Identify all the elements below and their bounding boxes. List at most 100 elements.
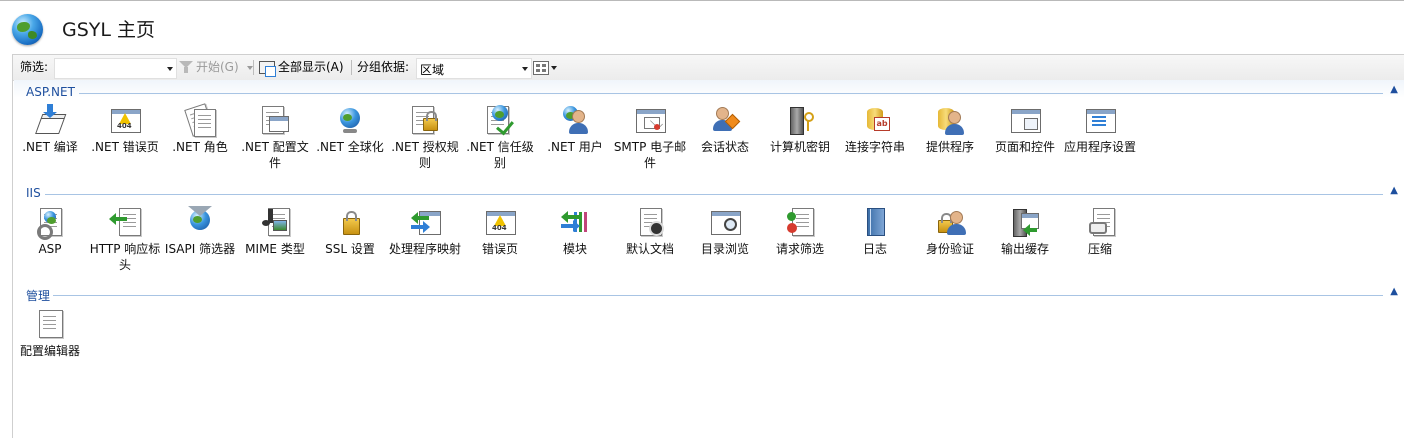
groupby-select[interactable]: 区域 — [416, 58, 532, 79]
machine-key-icon — [784, 104, 816, 136]
toolbar-separator — [253, 60, 254, 75]
funnel-icon — [179, 61, 193, 73]
feature-item[interactable]: SMTP 电子邮件 — [613, 104, 687, 171]
group-divider — [53, 295, 1383, 296]
feature-item[interactable]: 404 错误页 — [463, 206, 537, 257]
mime-types-icon — [259, 206, 291, 238]
feature-label: .NET 配置文件 — [241, 140, 309, 170]
feature-item[interactable]: 目录浏览 — [688, 206, 762, 257]
feature-label: 提供程序 — [925, 140, 974, 154]
net-trust-levels-icon — [484, 104, 516, 136]
feature-item[interactable]: .NET 角色 — [163, 103, 237, 155]
smtp-email-icon — [634, 104, 666, 136]
feature-item[interactable]: .NET 全球化 — [313, 104, 387, 155]
collapse-icon[interactable]: ▲ — [1390, 286, 1398, 297]
handler-mappings-icon — [409, 206, 441, 238]
feature-label: .NET 全球化 — [316, 140, 384, 154]
view-mode-button[interactable] — [533, 55, 557, 80]
net-roles-icon — [184, 103, 216, 137]
feature-item[interactable]: 压缩 — [1063, 206, 1137, 257]
feature-label: .NET 信任级别 — [466, 140, 534, 170]
feature-label: SSL 设置 — [325, 242, 375, 256]
feature-label: 请求筛选 — [775, 242, 824, 256]
feature-label: 应用程序设置 — [1063, 140, 1136, 154]
server-globe-icon — [12, 14, 43, 45]
feature-label: 目录浏览 — [700, 242, 749, 256]
group-label: 管理 — [26, 289, 51, 303]
feature-label: 配置编辑器 — [19, 344, 80, 358]
compression-icon — [1084, 206, 1116, 238]
feature-item[interactable]: ASP — [13, 206, 87, 257]
view-dropdown-icon — [551, 66, 557, 70]
feature-item[interactable]: ab 连接字符串 — [838, 104, 912, 155]
group-header-iis[interactable]: IIS ▲ — [21, 185, 1401, 202]
feature-item[interactable]: 请求筛选 — [763, 206, 837, 257]
feature-item[interactable]: .NET 编译 — [13, 104, 87, 155]
feature-item[interactable]: SSL 设置 — [313, 206, 387, 257]
feature-item[interactable]: .NET 用户 — [538, 104, 612, 155]
groupby-value: 区域 — [420, 63, 445, 77]
collapse-icon[interactable]: ▲ — [1390, 84, 1398, 95]
toolbar-separator — [351, 60, 352, 75]
modules-icon — [559, 206, 591, 238]
feature-item[interactable]: 404 .NET 错误页 — [88, 104, 162, 155]
net-error-pages-icon: 404 — [109, 104, 141, 136]
feature-label: .NET 用户 — [547, 140, 603, 154]
feature-label: 连接字符串 — [844, 140, 905, 154]
feature-item[interactable]: MIME 类型 — [238, 206, 312, 257]
view-grid-icon — [533, 61, 549, 75]
feature-label: 计算机密钥 — [769, 140, 830, 154]
feature-label: 错误页 — [481, 242, 518, 256]
feature-label: 处理程序映射 — [388, 242, 461, 256]
filter-input[interactable] — [54, 58, 177, 79]
filter-dropdown-icon[interactable] — [167, 67, 173, 71]
feature-label: .NET 编译 — [22, 140, 78, 154]
request-filtering-icon — [784, 206, 816, 238]
feature-label: 日志 — [862, 242, 887, 256]
pages-and-controls-icon — [1009, 104, 1041, 136]
show-all-icon — [259, 61, 276, 77]
feature-label: .NET 授权规则 — [391, 140, 459, 170]
asp-icon — [34, 206, 66, 240]
feature-item[interactable]: ISAPI 筛选器 — [163, 206, 237, 257]
feature-item[interactable]: 会话状态 — [688, 104, 762, 155]
group-divider — [45, 194, 1383, 195]
feature-item[interactable]: 提供程序 — [913, 104, 987, 155]
feature-item[interactable]: .NET 配置文件 — [238, 104, 312, 171]
collapse-icon[interactable]: ▲ — [1390, 185, 1398, 196]
feature-item[interactable]: 身份验证 — [913, 206, 987, 257]
page-header: GSYL 主页 — [0, 1, 1404, 53]
ssl-settings-icon — [334, 206, 366, 238]
feature-label: 身份验证 — [925, 242, 974, 256]
directory-browsing-icon — [709, 206, 741, 238]
net-authorization-rules-icon — [409, 104, 441, 136]
feature-label: HTTP 响应标头 — [89, 242, 161, 272]
groupby-dropdown-icon[interactable] — [522, 67, 528, 71]
filter-label: 筛选: — [20, 60, 49, 74]
group-header-management[interactable]: 管理 ▲ — [21, 286, 1401, 303]
feature-item[interactable]: 页面和控件 — [988, 104, 1062, 155]
feature-item[interactable]: 应用程序设置 — [1063, 104, 1137, 155]
feature-label: ISAPI 筛选器 — [164, 242, 236, 256]
feature-item[interactable]: HTTP 响应标头 — [88, 206, 162, 273]
feature-item[interactable]: 日志 — [838, 206, 912, 257]
feature-item[interactable]: 默认文档 — [613, 206, 687, 257]
feature-item[interactable]: .NET 授权规则 — [388, 104, 462, 171]
feature-item[interactable]: 处理程序映射 — [388, 206, 462, 257]
feature-item[interactable]: 模块 — [538, 206, 612, 257]
http-response-headers-icon — [109, 206, 141, 238]
feature-item[interactable]: 计算机密钥 — [763, 104, 837, 155]
feature-item[interactable]: 配置编辑器 — [13, 308, 87, 359]
configuration-editor-icon — [34, 308, 66, 340]
group-header-aspnet[interactable]: ASP.NET ▲ — [21, 84, 1401, 101]
features-view: 筛选: 开始(G) 全部显示(A) 分组依据: 区域 ASP.NET ▲ IIS… — [12, 54, 1404, 438]
feature-item[interactable]: 输出缓存 — [988, 206, 1062, 257]
feature-label: MIME 类型 — [245, 242, 305, 256]
feature-item[interactable]: .NET 信任级别 — [463, 104, 537, 171]
output-caching-icon — [1009, 206, 1041, 238]
groupby-label: 分组依据: — [357, 60, 410, 74]
error-pages-icon: 404 — [484, 206, 516, 238]
authentication-icon — [934, 206, 966, 238]
net-globalization-icon — [334, 104, 366, 136]
feature-label: 输出缓存 — [1000, 242, 1049, 256]
